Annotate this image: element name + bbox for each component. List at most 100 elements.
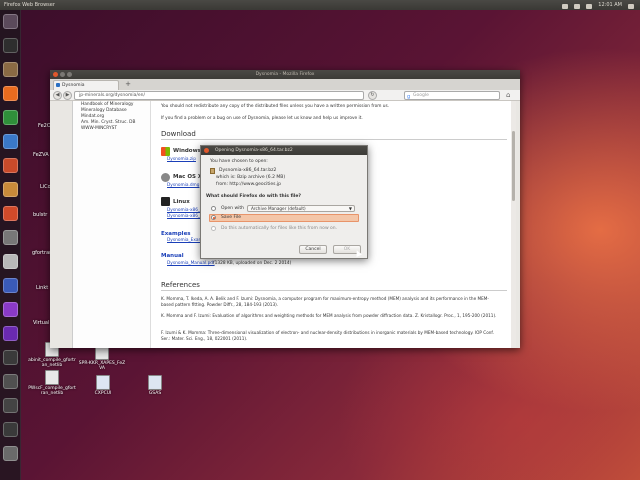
desktop-file-sprkkr[interactable]: SPR-KKR_XAPES_FeZVA bbox=[78, 345, 126, 371]
firefox-icon[interactable] bbox=[3, 86, 18, 101]
app-launcher-icon bbox=[96, 375, 110, 390]
desktop-label-partial[interactable]: Virtual bbox=[33, 320, 49, 326]
ubuntu-one-icon[interactable] bbox=[3, 206, 18, 221]
page-scrollbar[interactable] bbox=[511, 101, 516, 348]
app-icon-dark-2[interactable] bbox=[3, 374, 18, 389]
top-panel: Firefox Web Browser 12:01 AM bbox=[0, 0, 640, 10]
save-file-radio[interactable] bbox=[211, 215, 216, 220]
desktop-file-label: CXPCUI bbox=[94, 391, 112, 396]
os-name: Mac OS X bbox=[173, 174, 203, 180]
desktop-label-partial[interactable]: Linkt bbox=[36, 285, 48, 291]
calc-icon[interactable] bbox=[3, 110, 18, 125]
minimize-icon[interactable] bbox=[60, 72, 65, 77]
text-editor-icon[interactable] bbox=[3, 254, 18, 269]
reference-item: K. Momma and F. Izumi: Evaluation of alg… bbox=[161, 313, 497, 318]
favicon-icon bbox=[56, 83, 60, 87]
window-titlebar[interactable]: Dysnomia - Mozilla Firefox bbox=[50, 70, 520, 79]
cancel-button[interactable]: Cancel bbox=[299, 245, 327, 254]
app-icon-dark-3[interactable] bbox=[3, 398, 18, 413]
search-input[interactable]: g Google bbox=[404, 91, 500, 100]
dialog-titlebar[interactable]: Opening Dysnomia-x86_64.tar.bz2 bbox=[201, 146, 367, 155]
examples-link[interactable]: Dysnomia_Exam bbox=[167, 238, 203, 243]
files-icon[interactable] bbox=[3, 62, 18, 77]
desktop-file-label: SPR-KKR_XAPES_FeZVA bbox=[78, 361, 126, 371]
terminal-icon[interactable] bbox=[3, 38, 18, 53]
sidebar-link[interactable]: WWW-MINCRYST bbox=[81, 126, 117, 132]
app-launcher-icon bbox=[148, 375, 162, 390]
google-icon: g bbox=[407, 94, 411, 100]
os-name: Windows bbox=[173, 148, 201, 154]
url-text: jp-minerals.org/dysnomia/en/ bbox=[79, 93, 146, 98]
new-tab-button[interactable]: + bbox=[124, 80, 132, 88]
maximize-icon[interactable] bbox=[67, 72, 72, 77]
open-with-value: Archive Manager (default) bbox=[251, 206, 306, 211]
close-icon[interactable] bbox=[53, 72, 58, 77]
writer-icon[interactable] bbox=[3, 134, 18, 149]
download-link[interactable]: Dysnomia.zip bbox=[167, 157, 196, 162]
manual-title: Manual bbox=[161, 253, 184, 259]
examples-title: Examples bbox=[161, 231, 191, 237]
dropdown-arrow-icon: ▼ bbox=[348, 206, 352, 211]
url-bar[interactable]: jp-minerals.org/dysnomia/en/ bbox=[74, 91, 364, 100]
dialog-source: from: http://www.geocities.jp bbox=[216, 182, 282, 187]
forward-arrow-icon[interactable]: ▶ bbox=[63, 91, 72, 100]
windows-logo-icon bbox=[161, 147, 170, 156]
volume-icon[interactable] bbox=[586, 3, 593, 9]
divider bbox=[161, 290, 507, 291]
indicators: 12:01 AM bbox=[562, 0, 634, 10]
dash-icon[interactable] bbox=[3, 14, 18, 29]
desktop-file-label: abinit_compile_gfortran_netlib bbox=[28, 358, 76, 368]
active-app-title: Firefox Web Browser bbox=[4, 2, 55, 8]
desktop-file-label: PWscF_compile_gfortran_netlib bbox=[28, 386, 76, 396]
apple-logo-icon bbox=[161, 173, 170, 182]
manual-link[interactable]: Dysnomia_Manual.pdf bbox=[167, 261, 215, 266]
clock[interactable]: 12:01 AM bbox=[598, 0, 622, 10]
desktop-label-partial[interactable]: bulstr bbox=[33, 212, 47, 218]
save-file-label: Save File bbox=[221, 215, 242, 220]
navigation-toolbar: ◀ ▶ jp-minerals.org/dysnomia/en/ ↻ g Goo… bbox=[50, 90, 520, 101]
divider bbox=[161, 139, 507, 140]
desktop-launcher-gsas[interactable]: GSAS bbox=[131, 375, 179, 396]
home-icon[interactable]: ⌂ bbox=[506, 91, 515, 100]
search-placeholder: Google bbox=[413, 93, 429, 98]
settings-icon[interactable] bbox=[3, 230, 18, 245]
back-arrow-icon[interactable]: ◀ bbox=[53, 91, 62, 100]
dialog-intro: You have chosen to open: bbox=[210, 159, 268, 164]
trash-icon[interactable] bbox=[3, 446, 18, 461]
desktop-screen: Firefox Web Browser 12:01 AM Fe2O FeZVA … bbox=[0, 0, 640, 480]
impress-icon[interactable] bbox=[3, 158, 18, 173]
download-link[interactable]: Dysnomia.dmg bbox=[167, 183, 199, 188]
app-icon-purple[interactable] bbox=[3, 302, 18, 317]
dialog-title: Opening Dysnomia-x86_64.tar.bz2 bbox=[215, 148, 293, 153]
keyboard-icon[interactable] bbox=[574, 3, 581, 9]
virtualbox-icon[interactable] bbox=[3, 278, 18, 293]
desktop-label-partial[interactable]: Fe2O bbox=[38, 123, 51, 129]
open-with-radio[interactable] bbox=[211, 206, 216, 211]
dialog-filename: Dysnomia-x86_64.tar.bz2 bbox=[219, 168, 277, 173]
reload-icon[interactable]: ↻ bbox=[368, 91, 377, 100]
app-icon-dark[interactable] bbox=[3, 350, 18, 365]
close-icon[interactable] bbox=[204, 148, 209, 153]
app-icon-dark-4[interactable] bbox=[3, 422, 18, 437]
software-center-icon[interactable] bbox=[3, 182, 18, 197]
reference-item: K. Momma, T. Ikeda, A. A. Belik and F. I… bbox=[161, 296, 489, 307]
paragraph: You should not redistribute any copy of … bbox=[161, 104, 390, 109]
auto-checkbox[interactable] bbox=[211, 226, 216, 231]
session-gear-icon[interactable] bbox=[628, 3, 634, 9]
desktop-label-partial[interactable]: FeZVA bbox=[33, 152, 49, 158]
network-icon[interactable] bbox=[562, 3, 569, 9]
references-heading: References bbox=[161, 281, 200, 289]
download-link[interactable]: Dysnomia-x86_ bbox=[167, 208, 200, 213]
dialog-question: What should Firefox do with this file? bbox=[206, 194, 302, 199]
open-with-label: Open with bbox=[221, 206, 244, 211]
open-with-select[interactable]: Archive Manager (default) ▼ bbox=[247, 205, 355, 212]
tab-label: Dysnomia bbox=[62, 83, 85, 88]
desktop-launcher-cxpcui[interactable]: CXPCUI bbox=[79, 375, 127, 396]
manual-note: (1328 KB, uploaded on Dec. 2 2014) bbox=[213, 261, 292, 266]
paragraph: If you find a problem or a bug on use of… bbox=[161, 116, 363, 121]
scrollbar-thumb[interactable] bbox=[512, 131, 515, 201]
os-name: Linux bbox=[173, 199, 190, 205]
tab-dysnomia[interactable]: Dysnomia bbox=[53, 80, 119, 90]
desktop-file-pwscf[interactable]: PWscF_compile_gfortran_netlib bbox=[28, 370, 76, 396]
app-icon-purple-2[interactable] bbox=[3, 326, 18, 341]
